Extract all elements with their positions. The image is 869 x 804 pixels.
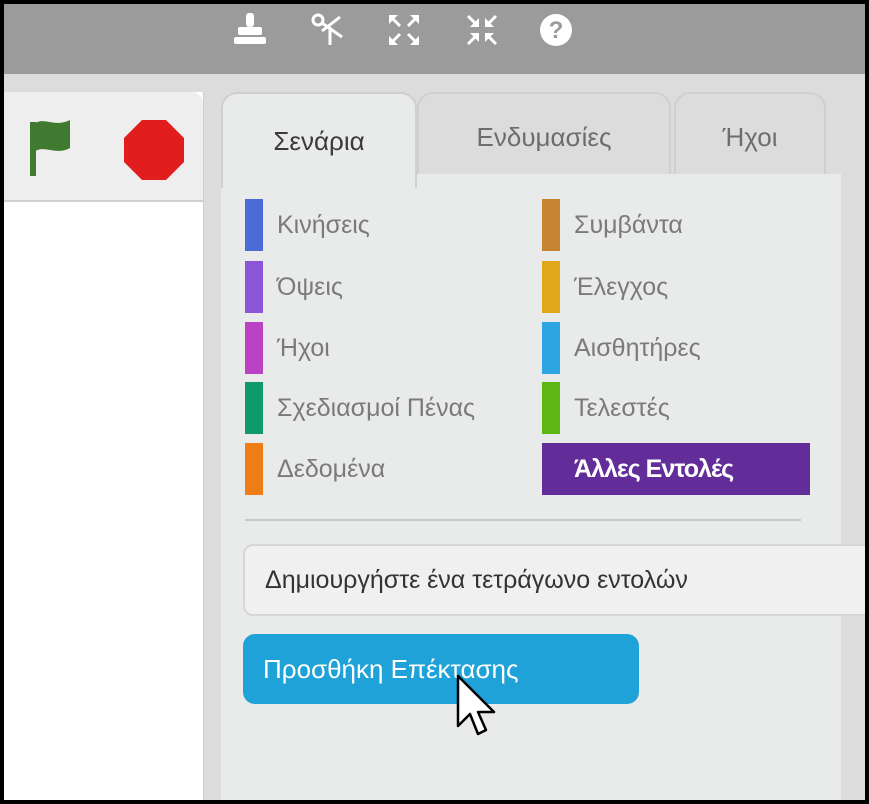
- tab-label: Σενάρια: [273, 125, 365, 156]
- category-color-swatch: [245, 322, 263, 374]
- palette-divider: [245, 519, 801, 521]
- stage-panel: [4, 92, 204, 800]
- category-label: Έλεγχος: [574, 272, 669, 301]
- category-label: Αισθητήρες: [574, 333, 701, 362]
- category-color-swatch: [245, 199, 263, 251]
- category-label: Κινήσεις: [277, 210, 370, 239]
- category-more-blocks[interactable]: Άλλες Εντολές: [542, 443, 810, 495]
- category-color-swatch: [542, 443, 560, 495]
- category-color-swatch: [542, 261, 560, 313]
- category-label: Συμβάντα: [574, 210, 683, 239]
- category-label: Τελεστές: [574, 393, 670, 422]
- category-sensing[interactable]: Αισθητήρες: [542, 322, 810, 374]
- category-color-swatch: [542, 322, 560, 374]
- category-motion[interactable]: Κινήσεις: [245, 199, 535, 251]
- category-label: Σχεδιασμοί Πένας: [277, 393, 476, 422]
- category-color-swatch: [245, 443, 263, 495]
- category-sound[interactable]: Ήχοι: [245, 322, 535, 374]
- category-control[interactable]: Έλεγχος: [542, 261, 810, 313]
- category-color-swatch: [245, 382, 263, 434]
- tab-scripts[interactable]: Σενάρια: [221, 92, 417, 188]
- category-label: Άλλες Εντολές: [574, 454, 734, 483]
- category-label: Δεδομένα: [277, 454, 386, 483]
- tab-sounds[interactable]: Ήχοι: [674, 92, 826, 180]
- mouse-pointer-icon: [456, 674, 502, 749]
- category-looks[interactable]: Όψεις: [245, 261, 535, 313]
- make-a-block-label: Δημιουργήστε ένα τετράγωνο εντολών: [265, 565, 688, 594]
- tab-costumes[interactable]: Ενδυμασίες: [417, 92, 671, 180]
- make-a-block-button[interactable]: Δημιουργήστε ένα τετράγωνο εντολών: [243, 544, 865, 616]
- scissors-icon[interactable]: [310, 10, 346, 50]
- tab-label: Ενδυμασίες: [476, 121, 612, 152]
- grow-icon[interactable]: [386, 10, 422, 50]
- top-toolbar: ?: [4, 4, 865, 74]
- category-label: Όψεις: [277, 272, 343, 301]
- category-operators[interactable]: Τελεστές: [542, 382, 810, 434]
- green-flag-button[interactable]: [28, 114, 72, 181]
- category-data[interactable]: Δεδομένα: [245, 443, 535, 495]
- category-events[interactable]: Συμβάντα: [542, 199, 810, 251]
- shrink-icon[interactable]: [464, 10, 500, 50]
- category-color-swatch: [542, 199, 560, 251]
- scratch-editor-window: ? Σενάρια Ενδυμασίες Ήχοι Κινήσεις Όψεις…: [0, 0, 869, 804]
- stamp-icon[interactable]: [232, 10, 268, 50]
- category-color-swatch: [542, 382, 560, 434]
- stage-header: [4, 92, 203, 202]
- stop-button[interactable]: [122, 118, 186, 187]
- category-color-swatch: [245, 261, 263, 313]
- category-label: Ήχοι: [277, 333, 330, 362]
- tab-label: Ήχοι: [722, 121, 778, 152]
- add-extension-button[interactable]: Προσθήκη Επέκτασης: [243, 634, 639, 704]
- svg-text:?: ?: [549, 17, 564, 44]
- category-pen[interactable]: Σχεδιασμοί Πένας: [245, 382, 541, 434]
- help-icon[interactable]: ?: [538, 10, 574, 50]
